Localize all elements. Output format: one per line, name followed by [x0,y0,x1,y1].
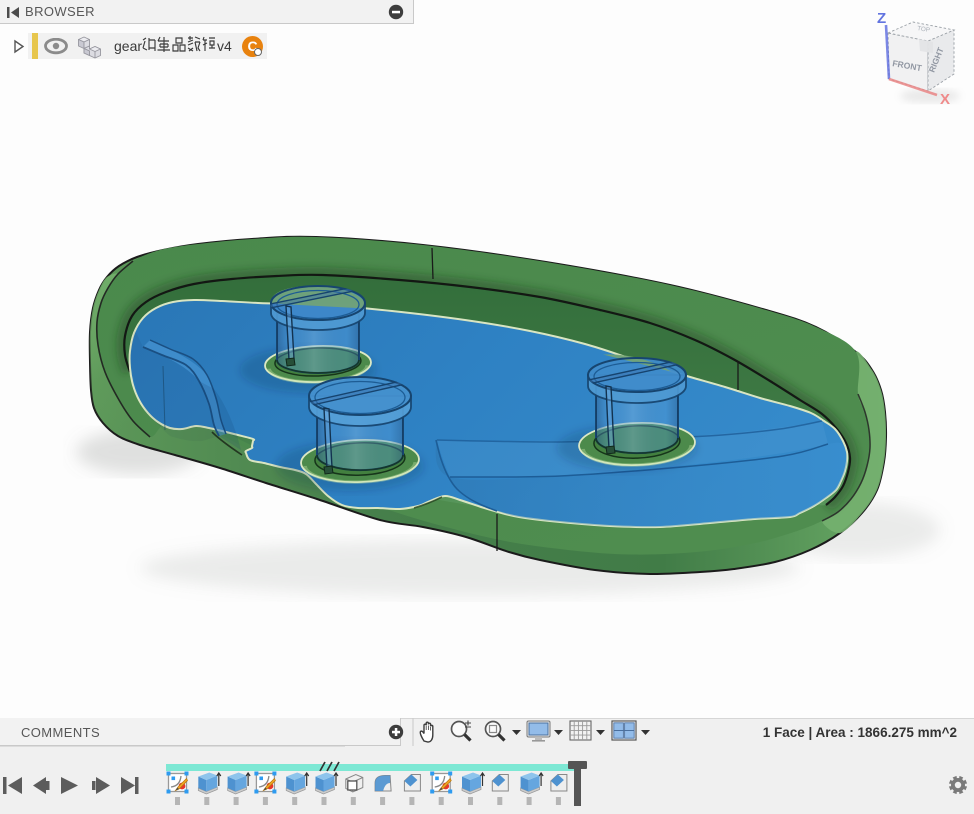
svg-text:X: X [940,91,950,108]
svg-text:Z: Z [877,10,886,27]
